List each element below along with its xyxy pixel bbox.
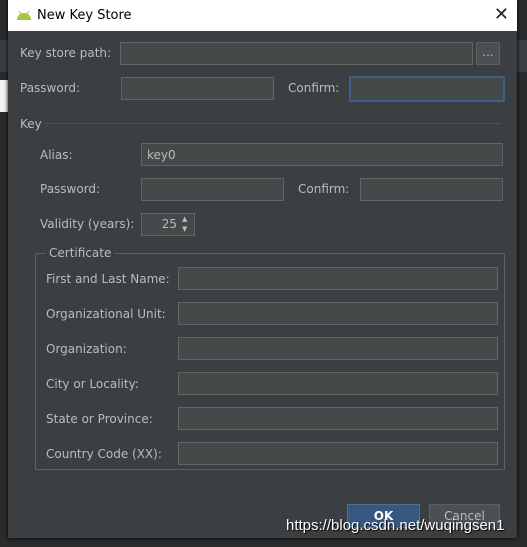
certificate-title: Certificate	[46, 246, 115, 260]
key-password-input[interactable]	[141, 178, 284, 201]
certificate-field-label: State or Province:	[46, 412, 153, 426]
certificate-field-input[interactable]	[178, 442, 498, 465]
certificate-field-input[interactable]	[178, 372, 498, 395]
certificate-field-input[interactable]	[178, 267, 498, 290]
spinner-arrows-icon[interactable]: ▲ ▼	[182, 214, 187, 234]
certificate-field-label: First and Last Name:	[46, 272, 170, 286]
close-icon[interactable]: ✕	[494, 4, 509, 25]
alias-label: Alias:	[40, 148, 73, 162]
certificate-field-input[interactable]	[178, 337, 498, 360]
key-password-label: Password:	[40, 182, 101, 196]
key-confirm-label: Confirm:	[298, 182, 350, 196]
validity-value: 25	[161, 217, 177, 231]
keystore-password-label: Password:	[20, 81, 81, 95]
watermark: https://blog.csdn.net/wuqingsen1	[286, 517, 505, 534]
certificate-field-label: Country Code (XX):	[46, 447, 162, 461]
certificate-field-input[interactable]	[178, 302, 498, 325]
new-key-store-dialog: New Key Store ✕ Key store path: ... Pass…	[8, 0, 517, 538]
certificate-field-input[interactable]	[178, 407, 498, 430]
certificate-field-label: Organizational Unit:	[46, 307, 166, 321]
certificate-field-label: City or Locality:	[46, 377, 139, 391]
key-store-path-label: Key store path:	[20, 46, 112, 60]
key-section-divider	[45, 123, 501, 124]
title-bar: New Key Store ✕	[8, 0, 517, 31]
ide-background-panel	[0, 80, 8, 112]
key-section-label: Key	[20, 117, 42, 131]
dialog-title: New Key Store	[37, 8, 132, 23]
keystore-password-input[interactable]	[121, 77, 274, 100]
validity-label: Validity (years):	[40, 217, 135, 231]
browse-button[interactable]: ...	[476, 42, 500, 65]
keystore-confirm-label: Confirm:	[288, 81, 340, 95]
certificate-field-label: Organization:	[46, 342, 127, 356]
key-confirm-input[interactable]	[360, 178, 503, 201]
keystore-confirm-input[interactable]	[349, 76, 505, 102]
alias-input[interactable]	[141, 143, 503, 166]
key-store-path-input[interactable]	[120, 42, 473, 65]
android-icon	[17, 10, 31, 20]
